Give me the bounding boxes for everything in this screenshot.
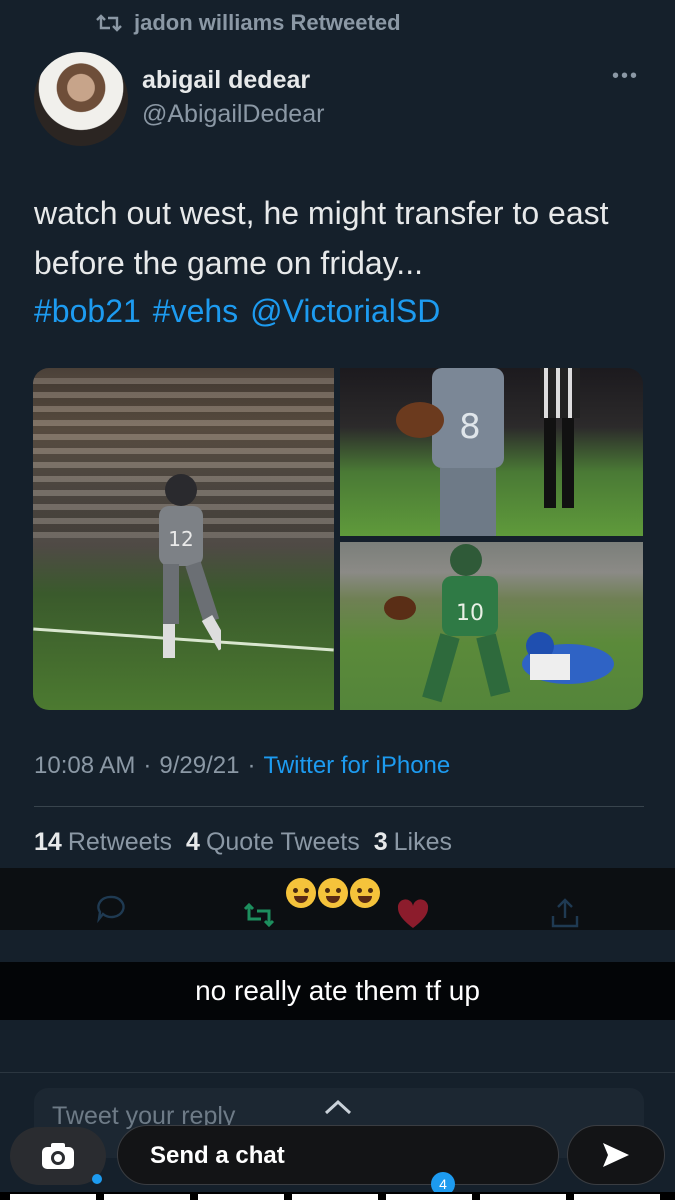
quotes-count: 4: [186, 828, 200, 856]
retweet-icon: [96, 14, 122, 32]
meta-separator: ·: [143, 752, 152, 779]
jersey-number: 10: [456, 601, 484, 626]
tweet-time: 10:08 AM: [34, 752, 136, 779]
likes-count: 3: [373, 828, 388, 856]
quotes-label: Quote Tweets: [205, 828, 360, 856]
jersey-number: 12: [168, 527, 193, 551]
mention-link[interactable]: @VictorialSD: [250, 286, 440, 336]
tweet-stats: 14 Retweets 4 Quote Tweets 3 Likes: [34, 828, 452, 857]
tweet-media-grid: 12 8 10: [33, 368, 643, 710]
photo-player-8[interactable]: 8: [340, 368, 643, 536]
player-figure: 10: [384, 544, 614, 703]
retweets-stat[interactable]: 14 Retweets: [34, 828, 172, 857]
hashtag-link[interactable]: #bob21: [34, 286, 141, 336]
heart-icon[interactable]: [396, 898, 430, 932]
tweet-tags: #bob21 #vehs @VictorialSD: [34, 286, 440, 336]
likes-label: Likes: [393, 828, 453, 856]
jersey-number: 8: [459, 407, 481, 447]
photo-player-10[interactable]: 10: [340, 542, 643, 710]
more-options-icon[interactable]: •••: [612, 66, 642, 86]
retweets-count: 14: [34, 828, 62, 856]
player-figure: 8: [396, 368, 504, 536]
emoji-reactions: [286, 878, 380, 908]
loudly-crying-emoji-icon: [350, 878, 380, 908]
share-icon[interactable]: [548, 896, 582, 930]
photo-player-12[interactable]: 12: [33, 368, 334, 710]
tweet-date: 9/29/21: [159, 752, 240, 779]
divider: [0, 1072, 675, 1073]
send-button[interactable]: [567, 1125, 665, 1185]
send-chat-input[interactable]: Send a chat: [117, 1125, 559, 1185]
tweet-source-link[interactable]: Twitter for iPhone: [263, 752, 450, 780]
camera-icon: [42, 1143, 74, 1169]
retweet-banner-text: jadon williams Retweeted: [134, 10, 401, 35]
likes-stat[interactable]: 3 Likes: [374, 828, 452, 857]
previous-tweet-peek: [0, 0, 675, 6]
divider: [34, 806, 644, 807]
send-arrow-icon: [603, 1143, 629, 1167]
bottom-nav-strip: [0, 1192, 675, 1200]
user-handle[interactable]: @AbigailDedear: [142, 100, 324, 129]
chevron-up-icon[interactable]: [322, 1098, 354, 1116]
notification-dot: [92, 1174, 102, 1184]
loudly-crying-emoji-icon: [318, 878, 348, 908]
snap-caption-text: no really ate them tf up: [195, 975, 480, 1006]
tweet-meta: 10:08 AM · 9/29/21 · Twitter for iPhone: [34, 752, 450, 780]
retweets-label: Retweets: [67, 828, 173, 856]
snap-caption: no really ate them tf up: [0, 962, 675, 1020]
laughing-crying-emoji-icon: [286, 878, 316, 908]
retweet-banner: jadon williams Retweeted: [96, 8, 401, 38]
tweet-text: watch out west, he might transfer to eas…: [34, 195, 609, 281]
referee-figure: [540, 368, 580, 508]
quotes-stat[interactable]: 4 Quote Tweets: [186, 828, 360, 857]
avatar[interactable]: [34, 52, 128, 146]
player-figure: 12: [159, 474, 221, 658]
meta-separator: ·: [247, 752, 256, 779]
hashtag-link[interactable]: #vehs: [153, 286, 238, 336]
comment-icon[interactable]: [94, 892, 128, 926]
send-chat-placeholder: Send a chat: [150, 1142, 285, 1169]
display-name[interactable]: abigail dedear: [142, 66, 310, 95]
retweet-icon[interactable]: [242, 898, 276, 932]
